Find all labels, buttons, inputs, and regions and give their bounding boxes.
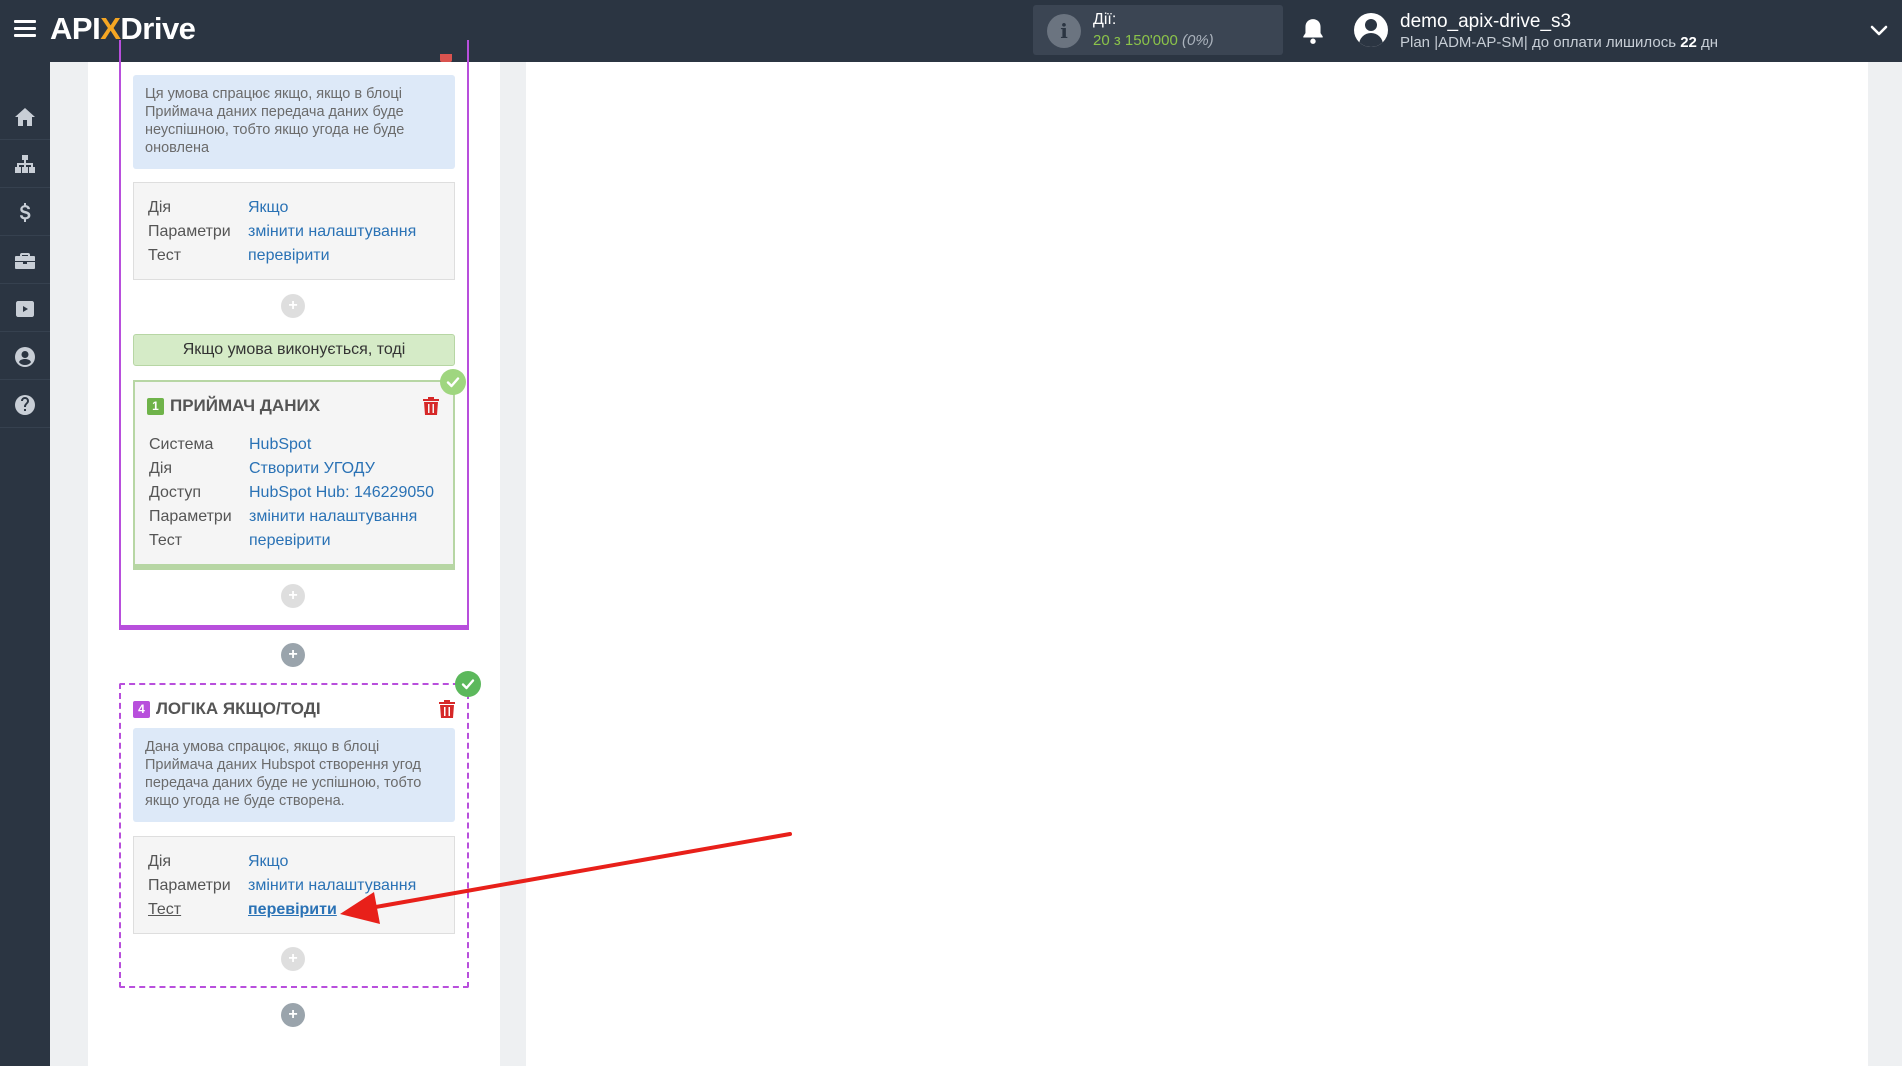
user-name[interactable]: demo_apix-drive_s3 bbox=[1400, 11, 1571, 33]
param-key: Дія bbox=[148, 853, 172, 870]
home-icon bbox=[15, 107, 35, 126]
param-key: Дія bbox=[149, 460, 173, 477]
block-params: Дія Якщо Параметри змінити налаштування … bbox=[133, 182, 455, 280]
add-block-button[interactable]: + bbox=[281, 947, 305, 971]
actions-counter: i Дії: 20 з 150'000 (0%) bbox=[1033, 5, 1283, 55]
sidebar-item-profile[interactable] bbox=[0, 334, 50, 380]
add-block-button[interactable]: + bbox=[281, 584, 305, 608]
block-number-badge: 4 bbox=[133, 701, 150, 718]
test-link[interactable]: перевірити bbox=[249, 532, 331, 550]
sitemap-icon bbox=[15, 154, 35, 173]
help-icon bbox=[15, 394, 35, 415]
block-title: 4 ЛОГІКА ЯКЩО/ТОДІ bbox=[133, 699, 321, 719]
sidebar-item-home[interactable] bbox=[0, 94, 50, 140]
test-link[interactable]: перевірити bbox=[248, 901, 337, 919]
block-description: Дана умова спрацює, якщо в блоці Приймач… bbox=[133, 728, 455, 822]
sidebar-item-billing[interactable] bbox=[0, 190, 50, 236]
param-key: Параметри bbox=[148, 877, 231, 894]
user-circle-icon bbox=[15, 346, 35, 367]
param-key: Тест bbox=[148, 901, 182, 918]
param-key: Параметри bbox=[148, 223, 231, 240]
receiver-block[interactable]: 1 ПРИЙМАЧ ДАНИХ Система HubSpot Дія Створ… bbox=[133, 380, 455, 570]
change-settings-link[interactable]: змінити налаштування bbox=[248, 877, 416, 895]
sidebar-item-help[interactable] bbox=[0, 382, 50, 428]
param-value-link[interactable]: Якщо bbox=[248, 853, 288, 871]
change-settings-link[interactable]: змінити налаштування bbox=[249, 508, 417, 526]
action-link[interactable]: Створити УГОДУ bbox=[249, 460, 375, 478]
block-description: Ця умова спрацює якщо, якщо в блоці Прий… bbox=[133, 75, 455, 169]
condition-bar: Якщо умова виконується, тоді bbox=[133, 334, 455, 366]
param-key: Система bbox=[149, 436, 214, 453]
sidebar-item-tools[interactable] bbox=[0, 238, 50, 284]
param-key: Доступ bbox=[149, 484, 202, 501]
block-title: 1 ПРИЙМАЧ ДАНИХ bbox=[147, 396, 320, 416]
param-key: Дія bbox=[148, 199, 172, 216]
param-key: Тест bbox=[148, 247, 182, 264]
details-panel bbox=[526, 62, 1868, 1066]
dollar-icon bbox=[20, 202, 31, 222]
sidebar-item-video[interactable] bbox=[0, 286, 50, 332]
actions-value: 20 з 150'000 (0%) bbox=[1093, 32, 1214, 49]
check-icon bbox=[455, 671, 481, 697]
bell-icon[interactable] bbox=[1300, 17, 1326, 45]
chevron-down-icon[interactable] bbox=[1870, 22, 1888, 40]
trash-icon[interactable] bbox=[423, 397, 439, 415]
add-block-button[interactable]: + bbox=[281, 1003, 305, 1027]
check-icon bbox=[440, 369, 466, 395]
test-link[interactable]: перевірити bbox=[248, 247, 330, 265]
youtube-icon bbox=[16, 300, 34, 317]
info-icon: i bbox=[1047, 14, 1081, 48]
sidebar bbox=[0, 62, 50, 1066]
param-key: Параметри bbox=[149, 508, 232, 525]
user-plan: Plan |ADM-AP-SM| до оплати лишилось 22 д… bbox=[1400, 34, 1719, 51]
briefcase-icon bbox=[15, 252, 35, 269]
add-block-button[interactable]: + bbox=[281, 643, 305, 667]
system-link[interactable]: HubSpot bbox=[249, 436, 311, 454]
block-params: Дія Якщо Параметри змінити налаштування … bbox=[133, 836, 455, 934]
access-link[interactable]: HubSpot Hub: 146229050 bbox=[249, 484, 434, 502]
trash-icon[interactable] bbox=[439, 700, 455, 718]
sidebar-item-connections[interactable] bbox=[0, 142, 50, 188]
block-number-badge: 1 bbox=[147, 398, 164, 415]
change-settings-link[interactable]: змінити налаштування bbox=[248, 223, 416, 241]
param-key: Тест bbox=[149, 532, 183, 549]
add-block-button[interactable]: + bbox=[281, 294, 305, 318]
actions-label: Дії: bbox=[1093, 11, 1117, 28]
param-value-link[interactable]: Якщо bbox=[248, 199, 288, 217]
avatar[interactable] bbox=[1354, 13, 1388, 47]
menu-icon[interactable] bbox=[12, 17, 38, 43]
